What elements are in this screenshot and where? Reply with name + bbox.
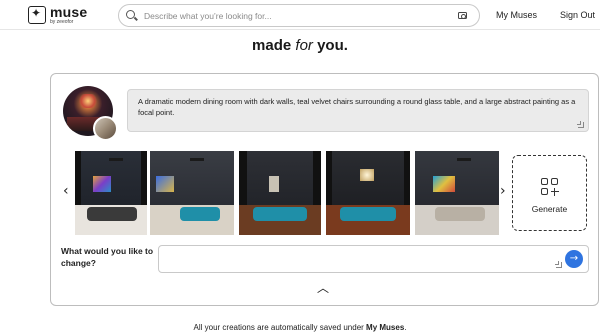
resize-handle-icon[interactable] [555, 261, 562, 268]
muse-card: A dramatic modern dining room with dark … [50, 73, 599, 306]
top-nav-bar: muse by zeeofor My Muses Sign Out [0, 0, 600, 30]
collapse-chevron-up-icon[interactable]: ︿ [317, 279, 329, 296]
prompt-text: A dramatic modern dining room with dark … [138, 97, 576, 117]
carousel-image-5[interactable] [415, 151, 499, 235]
resize-handle-icon[interactable] [577, 121, 584, 128]
brand-name: muse [50, 4, 88, 20]
user-avatar [93, 116, 118, 141]
change-prompt-label: What would you like to change? [61, 246, 154, 268]
generate-button[interactable]: Generate [512, 155, 587, 231]
nav-my-muses-link[interactable]: My Muses [496, 10, 537, 20]
camera-icon[interactable] [458, 12, 467, 19]
carousel-image-2[interactable] [150, 151, 234, 235]
brand-sub: by zeeofor [50, 19, 74, 25]
prompt-textarea[interactable]: A dramatic modern dining room with dark … [127, 89, 589, 132]
footer-my-muses-link[interactable]: My Muses [366, 323, 404, 332]
muse-logo-icon [28, 6, 46, 24]
grid-plus-icon [541, 178, 561, 198]
change-input[interactable] [165, 246, 545, 270]
send-arrow-button[interactable]: → [565, 250, 583, 268]
change-input-box[interactable]: → [158, 245, 589, 273]
generate-label: Generate [531, 204, 568, 214]
carousel-image-3[interactable] [239, 151, 321, 235]
search-input[interactable] [144, 10, 444, 21]
carousel-next-chevron-icon[interactable]: › [500, 183, 506, 199]
muse-logo[interactable]: muse by zeeofor [28, 5, 87, 25]
search-icon [126, 9, 138, 22]
carousel-image-4[interactable] [326, 151, 410, 235]
search-bar[interactable] [118, 4, 480, 27]
footer-save-note: All your creations are automatically sav… [193, 323, 407, 332]
carousel-prev-chevron-icon[interactable]: ‹ [63, 183, 69, 199]
nav-sign-out-link[interactable]: Sign Out [560, 10, 595, 20]
page-heading: made for you. [252, 37, 348, 54]
carousel-image-1[interactable] [75, 151, 147, 235]
